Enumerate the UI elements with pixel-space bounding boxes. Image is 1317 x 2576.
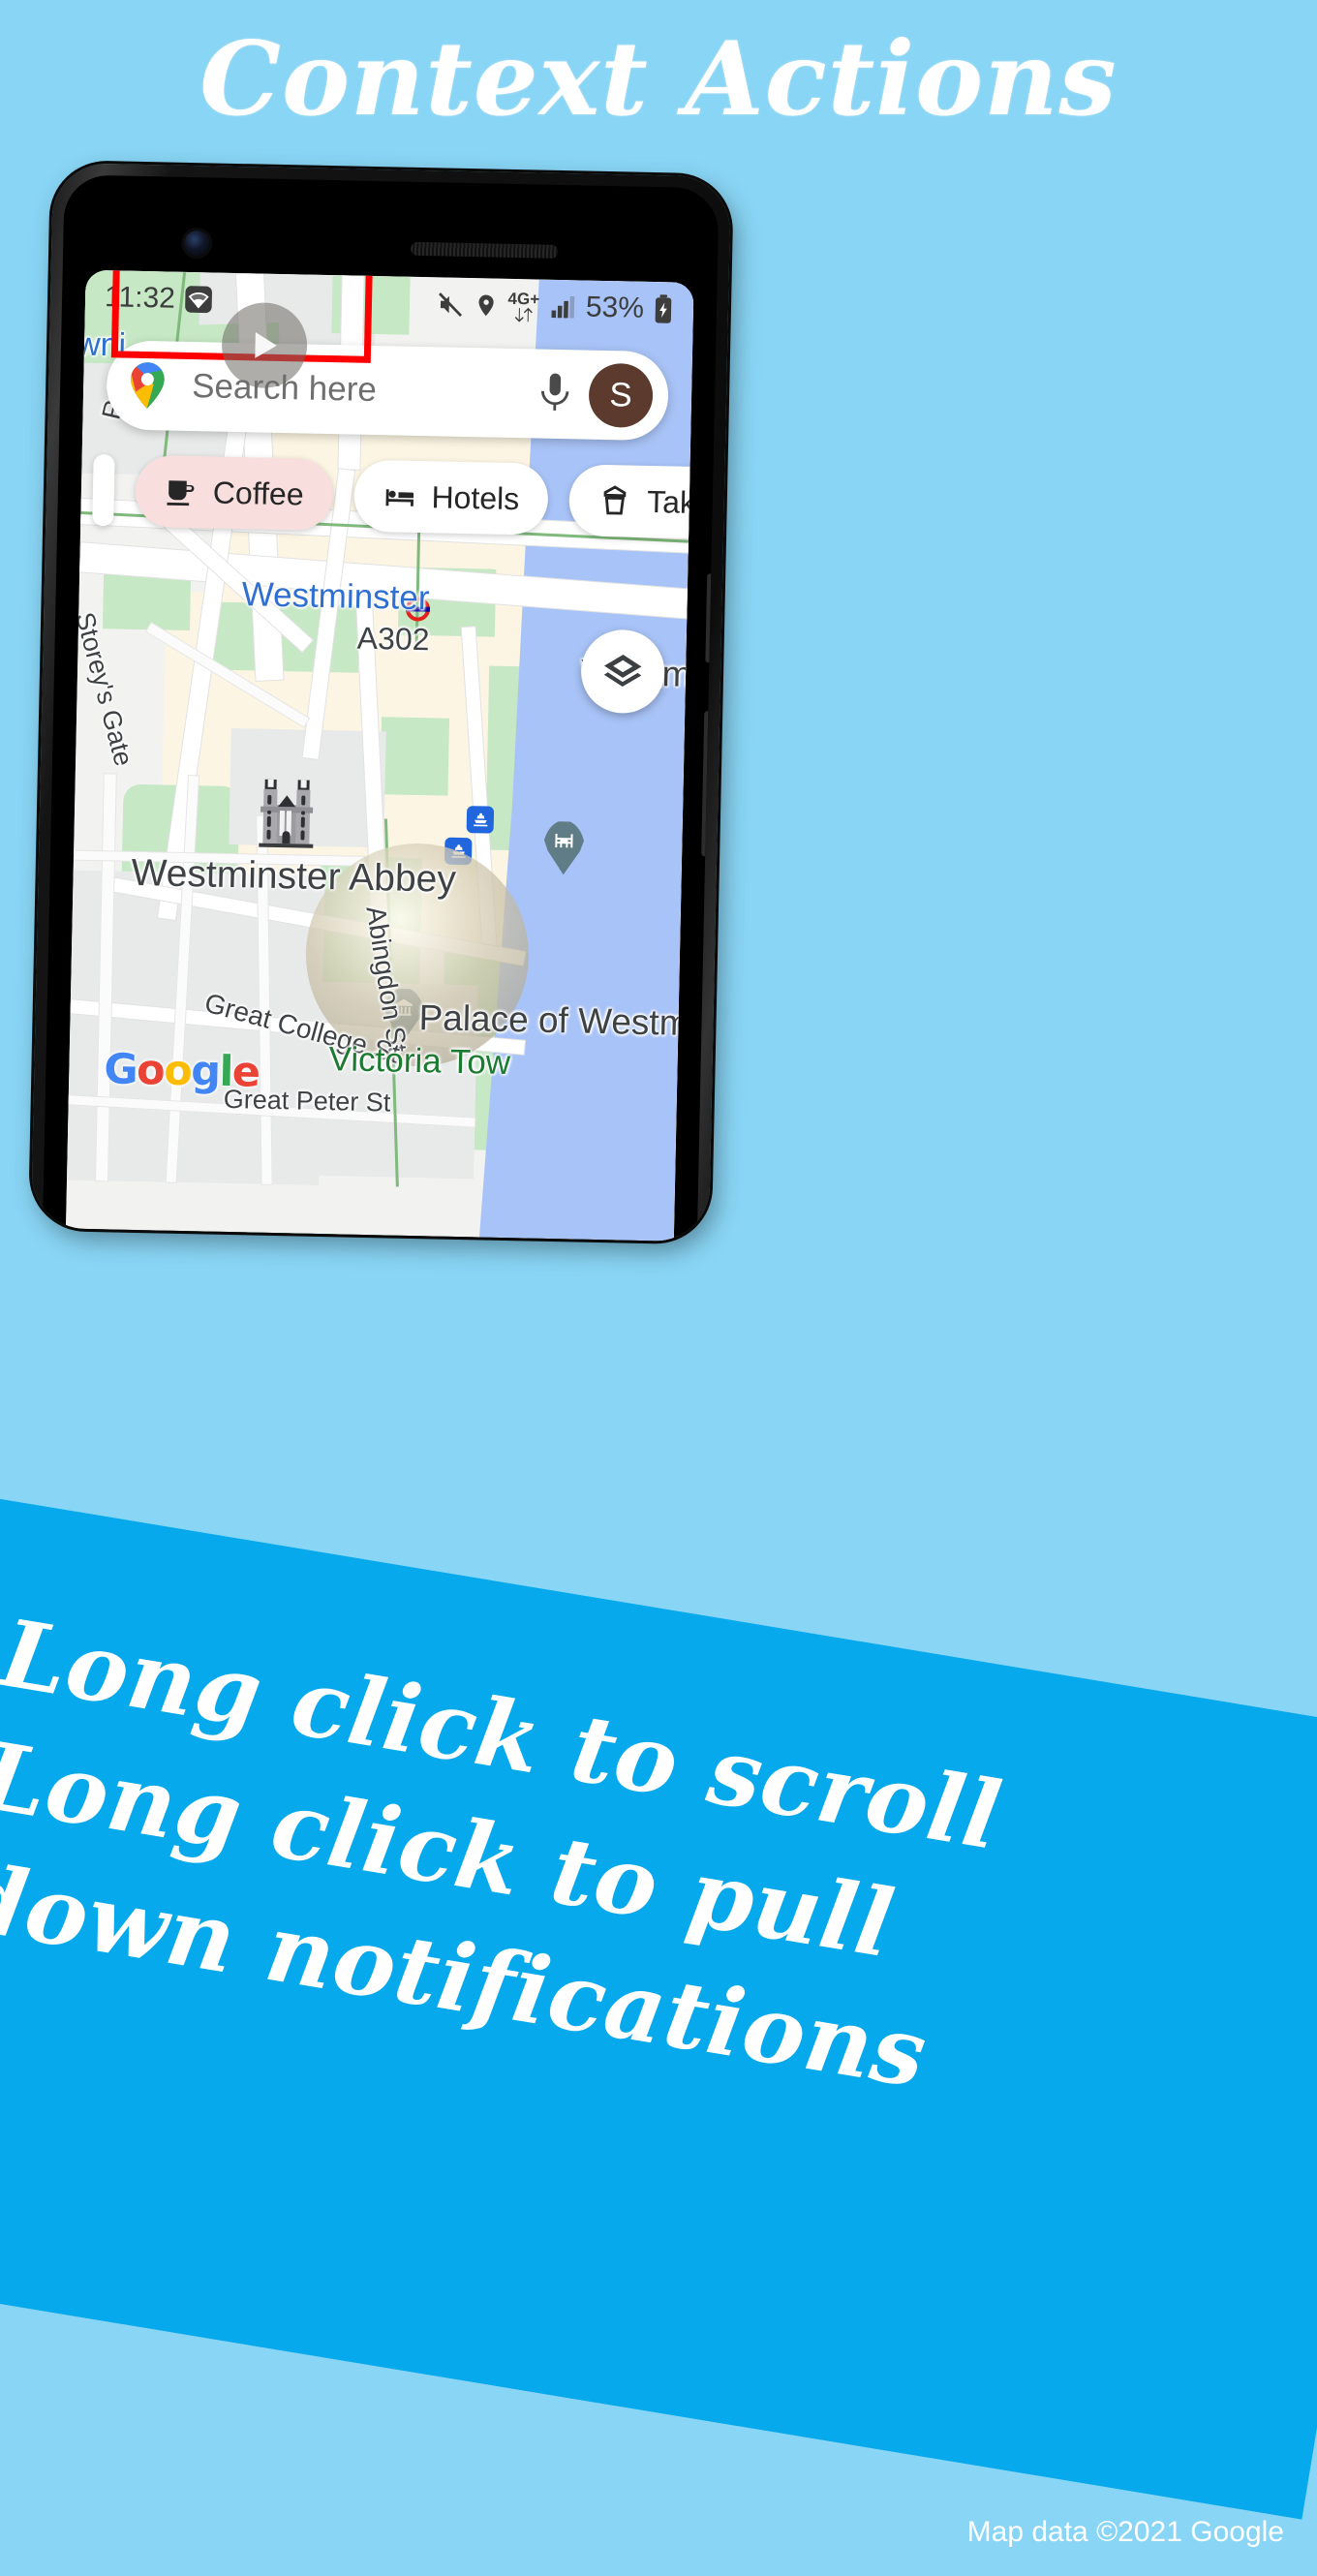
phone-volume-button	[701, 711, 713, 857]
takeout-box-icon	[603, 485, 627, 515]
phone-mockup: wni Rd Westminster A302 Westmins Palace …	[30, 163, 731, 1242]
map-label: Westminster Abbey	[131, 851, 457, 901]
volume-mute-icon	[436, 290, 466, 320]
map-label: Storey's Gate	[70, 609, 138, 770]
earpiece-speaker-icon	[411, 241, 559, 259]
phone-power-button	[705, 573, 716, 663]
battery-percent-label: 53%	[585, 291, 645, 324]
category-chips[interactable]: Coffee Hotels Takeout	[80, 453, 694, 540]
chip-takeout[interactable]: Takeout	[568, 464, 694, 540]
map-label: A302	[356, 620, 430, 658]
page-title: Context Actions	[199, 18, 1118, 138]
map-layers-icon	[603, 655, 642, 688]
signal-bars-icon	[548, 292, 578, 322]
map-label: Victoria Tow	[328, 1040, 511, 1083]
wifi-icon	[184, 285, 214, 315]
instruction-banner-text: Long click to scroll Long click to pull …	[0, 1591, 1255, 2162]
front-camera-icon	[184, 230, 210, 257]
google-watermark: Google	[103, 1045, 260, 1097]
instruction-banner: Long click to scroll Long click to pull …	[0, 1480, 1317, 2520]
hotel-bed-icon	[385, 489, 413, 506]
location-pin-icon	[474, 291, 500, 321]
phone-bezel: wni Rd Westminster A302 Westmins Palace …	[42, 174, 720, 1242]
chip-hotels[interactable]: Hotels	[352, 459, 550, 536]
network-type-label: 4G+	[507, 289, 540, 309]
ferry-icon[interactable]	[466, 806, 495, 834]
google-maps-pin-icon	[131, 362, 165, 409]
coffee-cup-icon	[167, 480, 195, 506]
abbey-icon	[259, 779, 314, 848]
chip-label: Hotels	[431, 478, 520, 516]
search-bar[interactable]: Search here S	[106, 340, 670, 442]
chip-label: Takeout	[646, 483, 694, 521]
battery-charging-icon	[653, 294, 675, 323]
phone-screen: wni Rd Westminster A302 Westmins Palace …	[65, 269, 694, 1242]
status-bar-time: 11:32	[104, 281, 176, 315]
avatar[interactable]: S	[588, 362, 654, 429]
map-label: Westminster	[241, 575, 430, 618]
chip-partial-left[interactable]	[92, 453, 115, 527]
map-attribution: Map data ©2021 Google	[966, 2516, 1284, 2548]
chip-coffee[interactable]: Coffee	[135, 454, 334, 532]
microphone-icon[interactable]	[538, 372, 572, 417]
network-type-indicator: 4G+	[507, 289, 540, 322]
play-triangle-icon	[255, 331, 277, 358]
map-label: Palace of Westminster	[418, 997, 694, 1045]
chip-label: Coffee	[212, 475, 304, 511]
data-transfer-icon	[511, 306, 535, 322]
